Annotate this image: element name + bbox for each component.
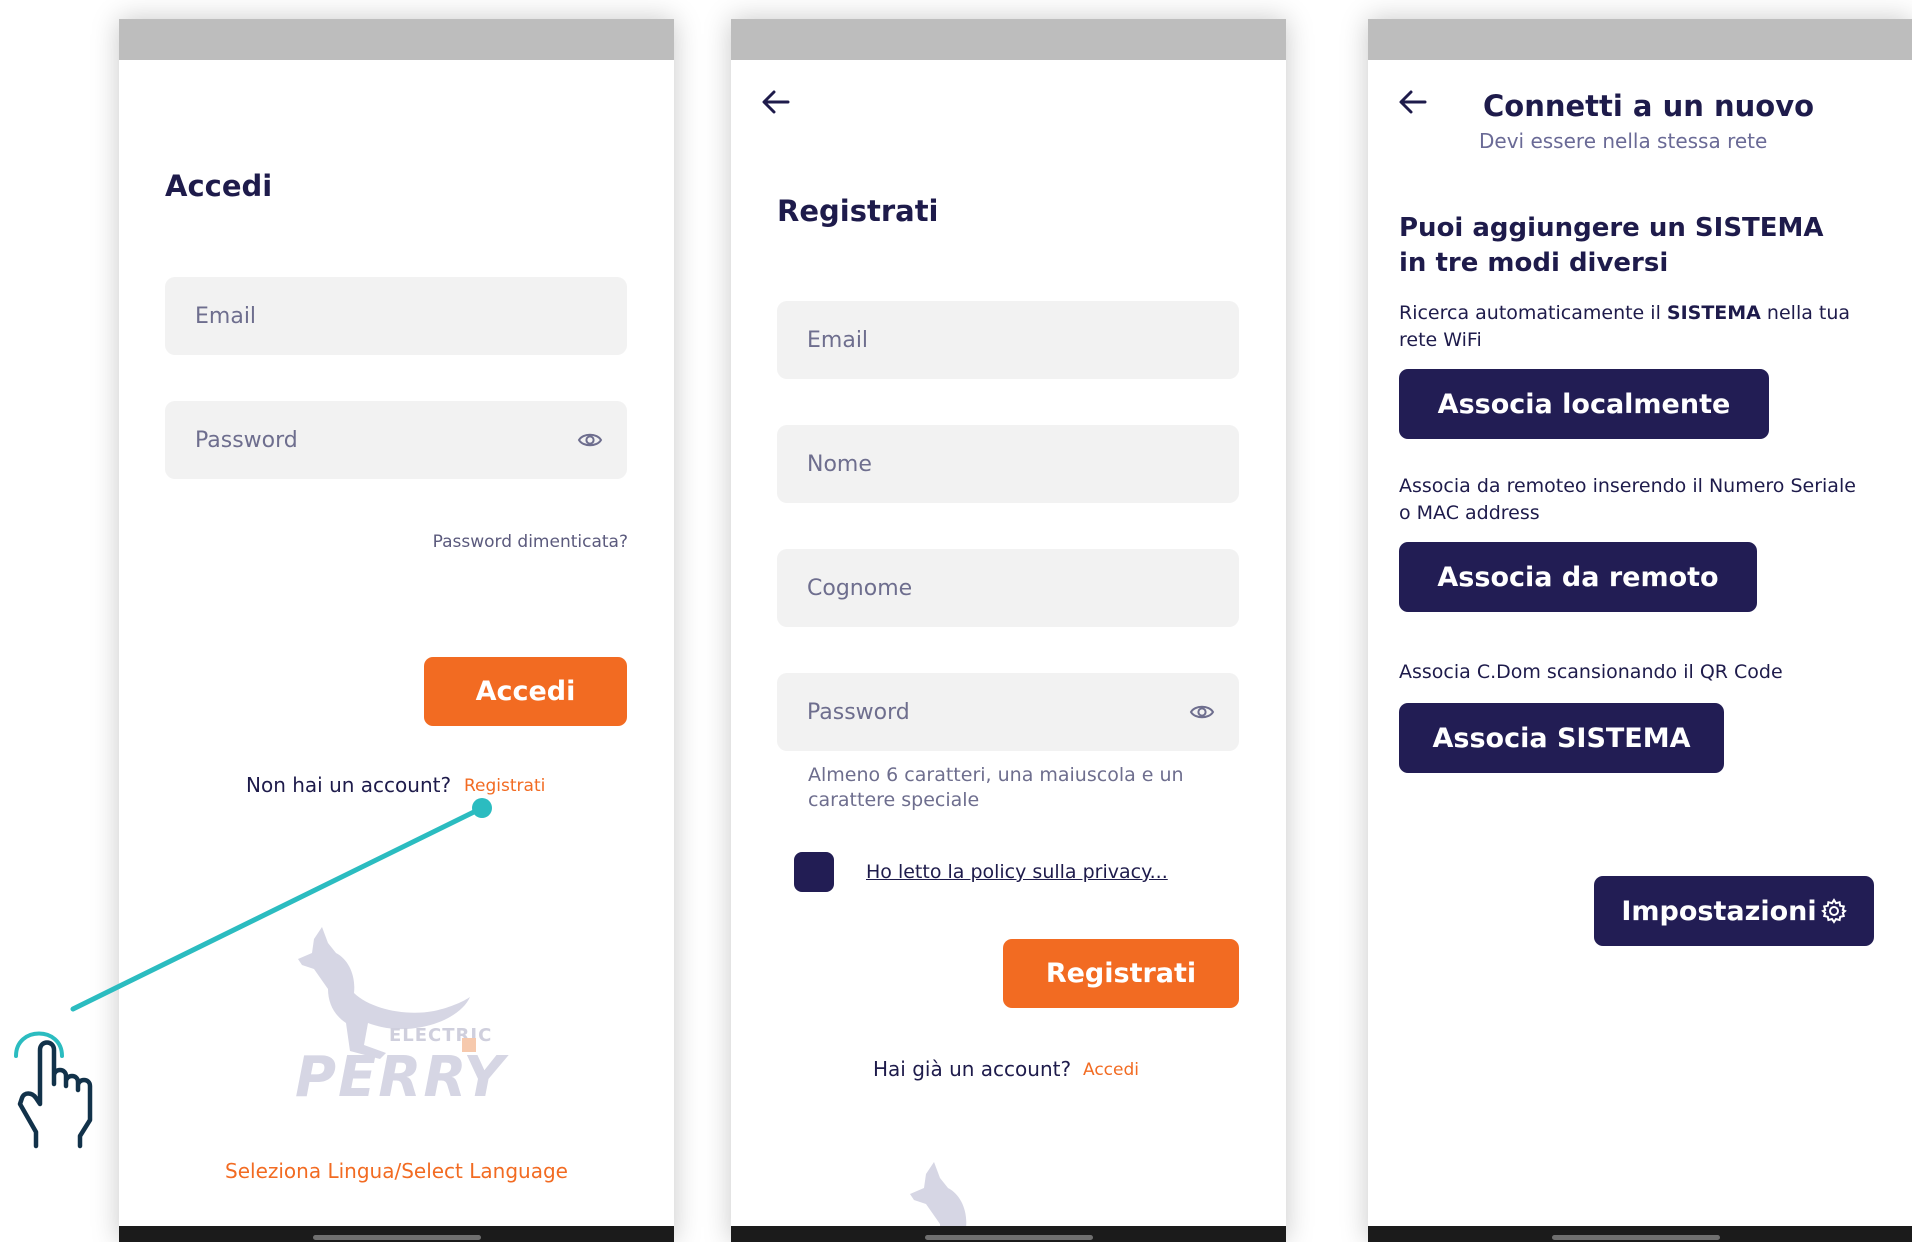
tap-hand-icon: [14, 1031, 93, 1149]
pointer-dot: [472, 798, 492, 818]
tap-annotation: [70, 798, 492, 1012]
pointer-line: [70, 805, 485, 1012]
